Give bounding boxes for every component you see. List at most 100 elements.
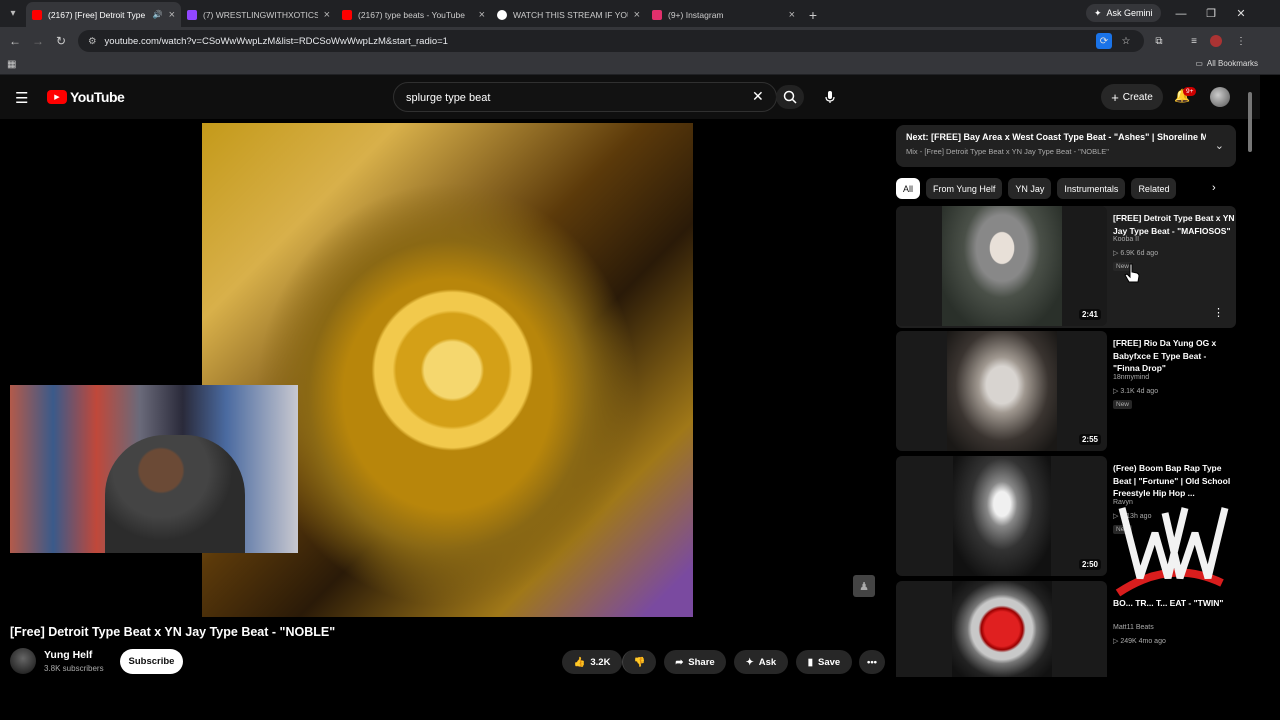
browser-tab-bar: ▾ (2167) [Free] Detroit Type B 🔊 × (7) W…	[0, 0, 1280, 27]
page-scrollbar[interactable]	[1248, 92, 1252, 152]
browser-tab[interactable]: (7) WRESTLINGWITHXOTICSLIV ×	[181, 2, 336, 27]
new-badge: New	[1113, 400, 1133, 409]
recommendation-meta: ▷ 6.9K 6d ago	[1113, 250, 1159, 257]
recommendation-item[interactable]: 2:55 [FREE] Rio Da Yung OG x Babyfxce E …	[896, 331, 1236, 453]
recommendation-item[interactable]: 2:41 [FREE] Detroit Type Beat x YN Jay T…	[896, 206, 1236, 328]
thumbnail-image	[952, 456, 1051, 576]
chevron-right-icon[interactable]: ›	[1212, 182, 1216, 194]
bookmarks-bar: ▦ ▭ All Bookmarks	[0, 55, 1280, 75]
video-thumbnail[interactable]: 2:50	[896, 456, 1107, 576]
channel-name[interactable]: Yung Helf	[44, 649, 92, 661]
recommendation-title: (Free) Boom Bap Rap Type Beat | "Fortune…	[1113, 463, 1231, 498]
chip-all[interactable]: All	[896, 178, 921, 199]
up-next-panel[interactable]: Next: [FREE] Bay Area x West Coast Type …	[896, 125, 1236, 167]
tab-title: (9+) Instagram	[668, 9, 724, 20]
ask-label: Ask	[758, 656, 777, 668]
media-controls-icon[interactable]: ≡	[1186, 33, 1202, 49]
video-thumbnail[interactable]: 2:55	[896, 331, 1107, 451]
close-tab-icon[interactable]: ×	[169, 9, 175, 21]
like-button[interactable]: 👍 3.2K	[562, 650, 622, 674]
more-actions-button[interactable]: •••	[859, 650, 885, 674]
maximize-button[interactable]: ❐	[1196, 0, 1226, 27]
minimize-button[interactable]: —	[1166, 0, 1196, 27]
close-window-button[interactable]: ✕	[1226, 0, 1256, 27]
youtube-logo[interactable]: ▶ YouTube	[47, 89, 125, 105]
recommendation-title: [FREE] Detroit Type Beat x YN Jay Type B…	[1113, 213, 1235, 236]
mix-playlist-title: Mix - [Free] Detroit Type Beat x YN Jay …	[906, 147, 1109, 156]
hand-pointer-icon	[1124, 263, 1140, 283]
browser-tab[interactable]: (2167) type beats - YouTube ×	[336, 2, 491, 27]
extensions-icon[interactable]: ⧉	[1151, 33, 1167, 49]
video-duration: 2:41	[1078, 309, 1101, 320]
recommendation-meta: ▷ 3.1K 4d ago	[1113, 388, 1159, 395]
back-button[interactable]: ←	[3, 29, 27, 53]
more-vertical-icon[interactable]: ⋮	[1213, 306, 1224, 319]
instagram-favicon-icon	[652, 9, 662, 20]
search-icon	[783, 90, 797, 104]
chip-instrumentals[interactable]: Instrumentals	[1057, 178, 1126, 199]
browser-tab[interactable]: WATCH THIS STREAM IF YOU A ×	[491, 2, 646, 27]
channel-watermark-icon[interactable]: ♟	[853, 575, 875, 597]
thumbnail-image	[941, 206, 1062, 326]
filter-chips: All From Yung Helf YN Jay Instrumentals …	[896, 178, 1177, 200]
share-button[interactable]: ➦ Share	[664, 650, 726, 674]
video-thumbnail[interactable]: 2:41	[896, 206, 1107, 326]
all-bookmarks-button[interactable]: ▭ All Bookmarks	[1195, 59, 1258, 68]
ask-gemini-button[interactable]: ✦ Ask Gemini	[1086, 4, 1161, 22]
url-field[interactable]: ⚙ youtube.com/watch?v=CSoWwWwpLzM&list=R…	[78, 30, 1144, 52]
ask-button[interactable]: ✦ Ask	[734, 650, 788, 674]
more-horizontal-icon: •••	[867, 656, 877, 668]
clear-search-icon[interactable]: ✕	[752, 88, 764, 105]
search-button[interactable]	[776, 85, 804, 109]
tab-title: (7) WRESTLINGWITHXOTICSLIV	[203, 9, 318, 20]
search-input[interactable]	[406, 89, 736, 106]
youtube-favicon-icon	[32, 9, 42, 20]
bookmark-star-icon[interactable]: ☆	[1118, 33, 1134, 49]
forward-button[interactable]: →	[26, 29, 50, 53]
channel-avatar[interactable]	[10, 648, 36, 674]
close-tab-icon[interactable]: ×	[789, 9, 795, 21]
close-tab-icon[interactable]: ×	[634, 9, 640, 21]
next-video-title: Next: [FREE] Bay Area x West Coast Type …	[906, 132, 1206, 142]
all-bookmarks-label: All Bookmarks	[1206, 59, 1258, 68]
address-bar: ← → ↻ ⚙ youtube.com/watch?v=CSoWwWwpLzM&…	[0, 27, 1280, 55]
new-tab-button[interactable]: +	[801, 2, 825, 27]
speaker-icon[interactable]: 🔊	[153, 10, 163, 19]
video-duration: 2:55	[1078, 434, 1101, 445]
notification-count-badge: 9+	[1183, 87, 1197, 96]
apps-grid-icon[interactable]: ▦	[7, 59, 16, 70]
browser-tab[interactable]: (2167) [Free] Detroit Type B 🔊 ×	[26, 2, 181, 27]
chip-yn-jay[interactable]: YN Jay	[1008, 178, 1052, 199]
subscribe-button[interactable]: Subscribe	[120, 649, 183, 674]
microphone-icon	[825, 91, 835, 103]
search-box: ✕	[393, 82, 777, 112]
chip-from-yung-helf[interactable]: From Yung Helf	[926, 178, 1003, 199]
site-info-icon[interactable]: ⚙	[88, 36, 97, 47]
menu-icon[interactable]: ☰	[15, 89, 28, 107]
cast-icon[interactable]: ⟳	[1096, 33, 1112, 49]
chip-related[interactable]: Related	[1131, 178, 1177, 199]
dislike-button[interactable]: 👎	[622, 650, 656, 674]
browser-tab[interactable]: (9+) Instagram ×	[646, 2, 801, 27]
account-avatar[interactable]	[1210, 87, 1230, 107]
video-player[interactable]: ♟	[10, 123, 884, 617]
voice-search-button[interactable]	[818, 85, 842, 109]
save-label: Save	[818, 656, 841, 668]
share-label: Share	[688, 656, 715, 668]
screen: ▾ (2167) [Free] Detroit Type B 🔊 × (7) W…	[0, 0, 1280, 720]
browser-menu-icon[interactable]: ⋮	[1233, 33, 1249, 49]
youtube-favicon-icon	[342, 9, 352, 20]
save-button[interactable]: ▮ Save	[796, 650, 852, 674]
close-tab-icon[interactable]: ×	[324, 9, 330, 21]
thumbnail-image	[951, 581, 1052, 677]
reload-button[interactable]: ↻	[49, 29, 73, 53]
streamer-webcam-overlay	[10, 385, 298, 553]
ask-gemini-label: Ask Gemini	[1106, 8, 1153, 18]
close-tab-icon[interactable]: ×	[479, 9, 485, 21]
profile-icon[interactable]	[1208, 33, 1224, 49]
url-text: youtube.com/watch?v=CSoWwWwpLzM&list=RDC…	[104, 35, 448, 47]
chevron-down-icon[interactable]: ⌄	[1215, 139, 1224, 152]
tab-search-icon[interactable]: ▾	[0, 0, 26, 27]
video-thumbnail[interactable]	[896, 581, 1107, 677]
create-button[interactable]: + Create	[1101, 84, 1163, 110]
